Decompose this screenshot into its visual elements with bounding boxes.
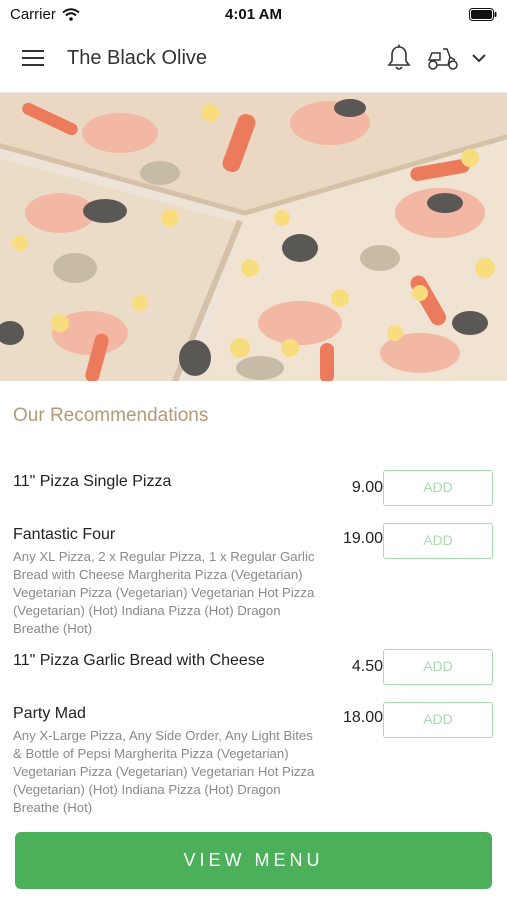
add-button[interactable]: ADD — [383, 523, 493, 559]
list-item: 11" Pizza Single Pizza 9.00 ADD — [13, 470, 493, 506]
chevron-down-icon[interactable] — [470, 50, 488, 66]
list-item: Party Mad Any X-Large Pizza, Any Side Or… — [13, 702, 493, 817]
item-price: 19.00 — [342, 530, 383, 547]
view-menu-button[interactable]: VIEW MENU — [15, 832, 492, 889]
hero-pizza-image — [0, 93, 507, 381]
add-button[interactable]: ADD — [383, 702, 493, 738]
hamburger-menu-icon[interactable] — [22, 48, 46, 68]
add-button[interactable]: ADD — [383, 470, 493, 506]
app-header: The Black Olive — [0, 28, 507, 93]
add-button[interactable]: ADD — [383, 649, 493, 685]
item-price: 9.00 — [351, 479, 383, 496]
scooter-icon[interactable] — [426, 45, 460, 71]
bell-icon[interactable] — [386, 44, 412, 72]
item-price: 4.50 — [351, 658, 383, 675]
list-item: Fantastic Four Any XL Pizza, 2 x Regular… — [13, 523, 493, 638]
item-description: Any XL Pizza, 2 x Regular Pizza, 1 x Reg… — [13, 549, 315, 636]
list-item: 11" Pizza Garlic Bread with Cheese 4.50 … — [13, 649, 493, 685]
item-price: 18.00 — [342, 709, 383, 726]
app-title: The Black Olive — [67, 47, 208, 69]
status-time: 4:01 AM — [225, 6, 282, 23]
item-description: Any X-Large Pizza, Any Side Order, Any L… — [13, 728, 315, 815]
section-title: Our Recommendations — [13, 405, 209, 426]
battery-icon — [469, 8, 497, 21]
status-bar: Carrier 4:01 AM — [0, 0, 507, 28]
